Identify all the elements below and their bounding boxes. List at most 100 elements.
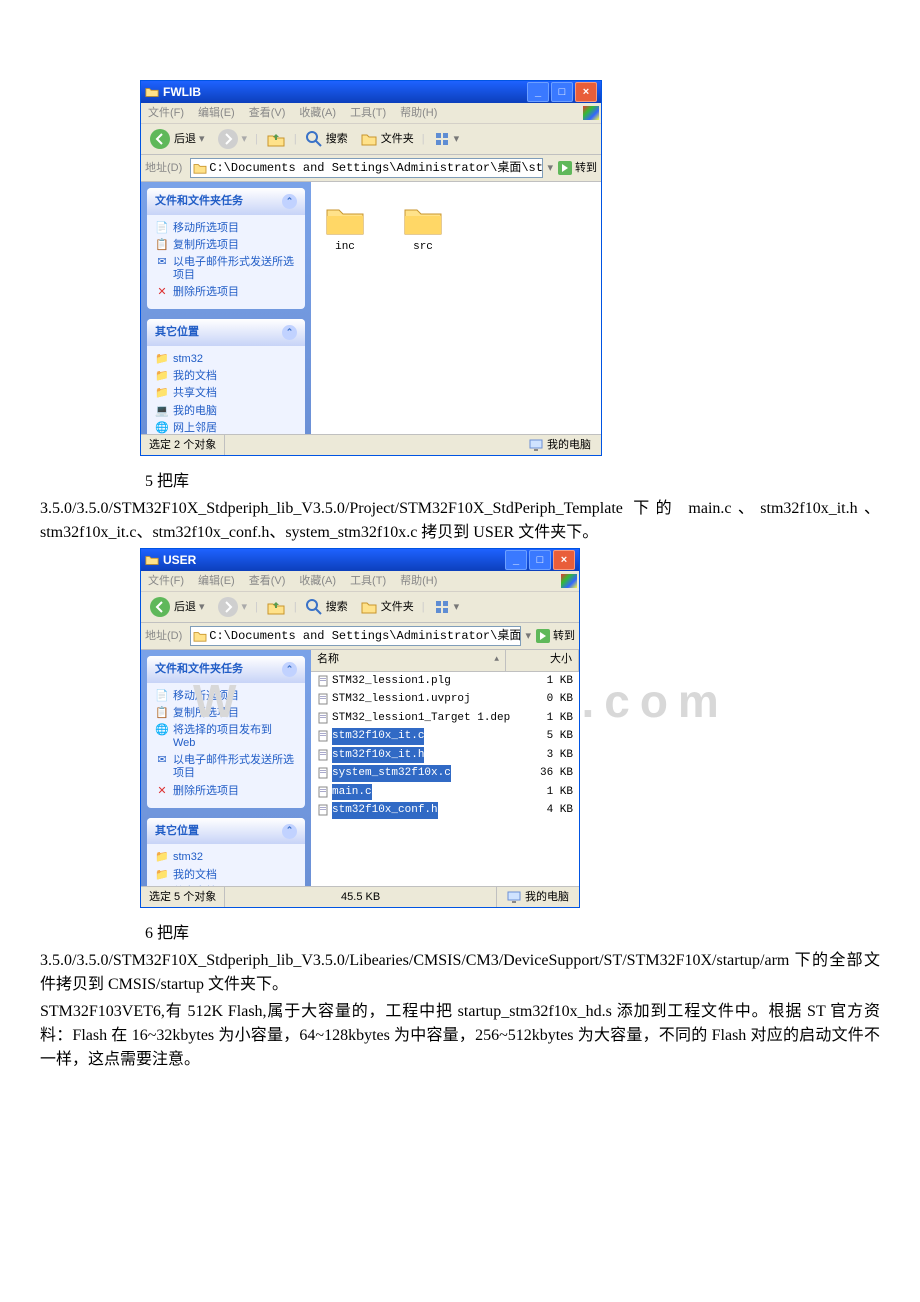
go-icon bbox=[535, 628, 551, 644]
up-button[interactable] bbox=[262, 127, 290, 151]
folder-src[interactable]: src bbox=[399, 202, 447, 256]
task-group-header[interactable]: 文件和文件夹任务 ⌃ bbox=[147, 188, 305, 215]
minimize-button[interactable]: _ bbox=[527, 82, 549, 102]
folder-open-icon bbox=[145, 553, 159, 567]
menu-tools[interactable]: 工具(T) bbox=[343, 570, 393, 593]
menu-edit[interactable]: 编辑(E) bbox=[191, 570, 242, 593]
explorer-window-user: W bdocx.com USER _ □ × 文件(F) 编辑(E) 查看(V)… bbox=[140, 548, 580, 908]
task-publish[interactable]: 🌐将选择的项目发布到 Web bbox=[155, 722, 297, 752]
menu-file[interactable]: 文件(F) bbox=[141, 570, 191, 593]
menu-favorites[interactable]: 收藏(A) bbox=[292, 570, 343, 593]
address-dropdown-icon[interactable]: ▾ bbox=[547, 160, 553, 177]
status-bar: 选定 5 个对象 45.5 KB 我的电脑 bbox=[141, 886, 579, 907]
task-group-header[interactable]: 其它位置 ⌃ bbox=[147, 818, 305, 845]
folder-icon: 📁 bbox=[155, 851, 169, 864]
place-mycomputer[interactable]: 💻我的电脑 bbox=[155, 403, 297, 420]
menu-bar: 文件(F) 编辑(E) 查看(V) 收藏(A) 工具(T) 帮助(H) bbox=[141, 103, 601, 124]
folders-icon bbox=[360, 598, 378, 616]
folder-open-icon bbox=[145, 85, 159, 99]
back-button[interactable]: 后退 ▾ bbox=[145, 594, 209, 620]
address-input[interactable]: C:\Documents and Settings\Administrator\… bbox=[190, 158, 543, 178]
task-email[interactable]: ✉以电子邮件形式发送所选项目 bbox=[155, 254, 297, 284]
task-email[interactable]: ✉以电子邮件形式发送所选项目 bbox=[155, 752, 297, 782]
up-button[interactable] bbox=[262, 595, 290, 619]
forward-icon bbox=[217, 596, 239, 618]
back-icon bbox=[149, 128, 171, 150]
task-copy[interactable]: 📋复制所选项目 bbox=[155, 705, 297, 722]
forward-button[interactable]: ▾ bbox=[213, 126, 252, 152]
file-tasks-group: 文件和文件夹任务 ⌃ 📄移动所选项目 📋复制所选项目 ✉以电子邮件形式发送所选项… bbox=[147, 188, 305, 309]
file-size: 3 KB bbox=[513, 747, 579, 764]
go-button[interactable]: 转到 bbox=[557, 160, 597, 177]
menu-help[interactable]: 帮助(H) bbox=[393, 102, 444, 125]
views-button[interactable]: ▾ bbox=[429, 596, 464, 618]
forward-button[interactable]: ▾ bbox=[213, 594, 252, 620]
file-row[interactable]: stm32f10x_conf.h4 KB bbox=[311, 801, 579, 820]
views-button[interactable]: ▾ bbox=[429, 128, 464, 150]
toolbar: 后退 ▾ ▾ | | 搜索 文件夹 | ▾ bbox=[141, 592, 579, 623]
file-row[interactable]: system_stm32f10x.c36 KB bbox=[311, 764, 579, 783]
place-stm32[interactable]: 📁stm32 bbox=[155, 849, 297, 866]
file-name: stm32f10x_it.c bbox=[332, 728, 424, 745]
folder-inc[interactable]: inc bbox=[321, 202, 369, 256]
task-group-header[interactable]: 文件和文件夹任务 ⌃ bbox=[147, 656, 305, 683]
title-bar[interactable]: USER _ □ × bbox=[141, 549, 579, 571]
minimize-button[interactable]: _ bbox=[505, 550, 527, 570]
folder-icon bbox=[325, 202, 365, 236]
file-list[interactable]: 名称▲ 大小 STM32_lession1.plg1 KBSTM32_lessi… bbox=[311, 650, 579, 886]
search-icon bbox=[305, 130, 323, 148]
folders-button[interactable]: 文件夹 bbox=[356, 128, 418, 150]
go-button[interactable]: 转到 bbox=[535, 628, 575, 645]
explorer-window-fwlib: FWLIB _ □ × 文件(F) 编辑(E) 查看(V) 收藏(A) 工具(T… bbox=[140, 80, 602, 456]
file-row[interactable]: STM32_lession1.plg1 KB bbox=[311, 672, 579, 691]
close-button[interactable]: × bbox=[575, 82, 597, 102]
menu-tools[interactable]: 工具(T) bbox=[343, 102, 393, 125]
place-stm32[interactable]: 📁stm32 bbox=[155, 351, 297, 368]
sort-asc-icon: ▲ bbox=[494, 654, 499, 666]
file-row[interactable]: stm32f10x_it.c5 KB bbox=[311, 727, 579, 746]
address-input[interactable]: C:\Documents and Settings\Administrator\… bbox=[190, 626, 521, 646]
task-move[interactable]: 📄移动所选项目 bbox=[155, 688, 297, 705]
column-size[interactable]: 大小 bbox=[506, 650, 579, 671]
file-list[interactable]: inc src bbox=[311, 182, 601, 434]
menu-edit[interactable]: 编辑(E) bbox=[191, 102, 242, 125]
column-headers: 名称▲ 大小 bbox=[311, 650, 579, 672]
search-button[interactable]: 搜索 bbox=[301, 596, 352, 618]
folder-icon bbox=[193, 630, 207, 642]
back-button[interactable]: 后退 ▾ bbox=[145, 126, 209, 152]
place-mydocs[interactable]: 📁我的文档 bbox=[155, 867, 297, 884]
file-row[interactable]: STM32_lession1.uvproj0 KB bbox=[311, 690, 579, 709]
copy-icon: 📋 bbox=[155, 707, 169, 720]
folder-up-icon bbox=[266, 597, 286, 617]
column-name[interactable]: 名称▲ bbox=[311, 650, 506, 671]
close-button[interactable]: × bbox=[553, 550, 575, 570]
address-dropdown-icon[interactable]: ▾ bbox=[525, 628, 531, 645]
task-move[interactable]: 📄移动所选项目 bbox=[155, 220, 297, 237]
place-network[interactable]: 🌐网上邻居 bbox=[155, 420, 297, 434]
maximize-button[interactable]: □ bbox=[551, 82, 573, 102]
place-shared[interactable]: 📁共享文档 bbox=[155, 385, 297, 402]
place-shared[interactable]: 📁共享文档 bbox=[155, 884, 297, 886]
file-row[interactable]: STM32_lession1_Target 1.dep1 KB bbox=[311, 709, 579, 728]
maximize-button[interactable]: □ bbox=[529, 550, 551, 570]
file-row[interactable]: stm32f10x_it.h3 KB bbox=[311, 746, 579, 765]
status-bar: 选定 2 个对象 我的电脑 bbox=[141, 434, 601, 455]
search-button[interactable]: 搜索 bbox=[301, 128, 352, 150]
other-places-group: 其它位置 ⌃ 📁stm32 📁我的文档 📁共享文档 💻我的电脑 bbox=[147, 818, 305, 886]
file-row[interactable]: main.c1 KB bbox=[311, 783, 579, 802]
menu-file[interactable]: 文件(F) bbox=[141, 102, 191, 125]
menu-view[interactable]: 查看(V) bbox=[242, 102, 293, 125]
file-name: STM32_lession1_Target 1.dep bbox=[332, 710, 510, 727]
menu-favorites[interactable]: 收藏(A) bbox=[292, 102, 343, 125]
menu-view[interactable]: 查看(V) bbox=[242, 570, 293, 593]
task-delete[interactable]: ✕删除所选项目 bbox=[155, 783, 297, 800]
folders-button[interactable]: 文件夹 bbox=[356, 596, 418, 618]
menu-help[interactable]: 帮助(H) bbox=[393, 570, 444, 593]
status-location: 我的电脑 bbox=[519, 435, 601, 456]
task-group-header[interactable]: 其它位置 ⌃ bbox=[147, 319, 305, 346]
task-delete[interactable]: ✕删除所选项目 bbox=[155, 284, 297, 301]
task-copy[interactable]: 📋复制所选项目 bbox=[155, 237, 297, 254]
title-bar[interactable]: FWLIB _ □ × bbox=[141, 81, 601, 103]
place-mydocs[interactable]: 📁我的文档 bbox=[155, 368, 297, 385]
file-icon bbox=[317, 675, 329, 687]
